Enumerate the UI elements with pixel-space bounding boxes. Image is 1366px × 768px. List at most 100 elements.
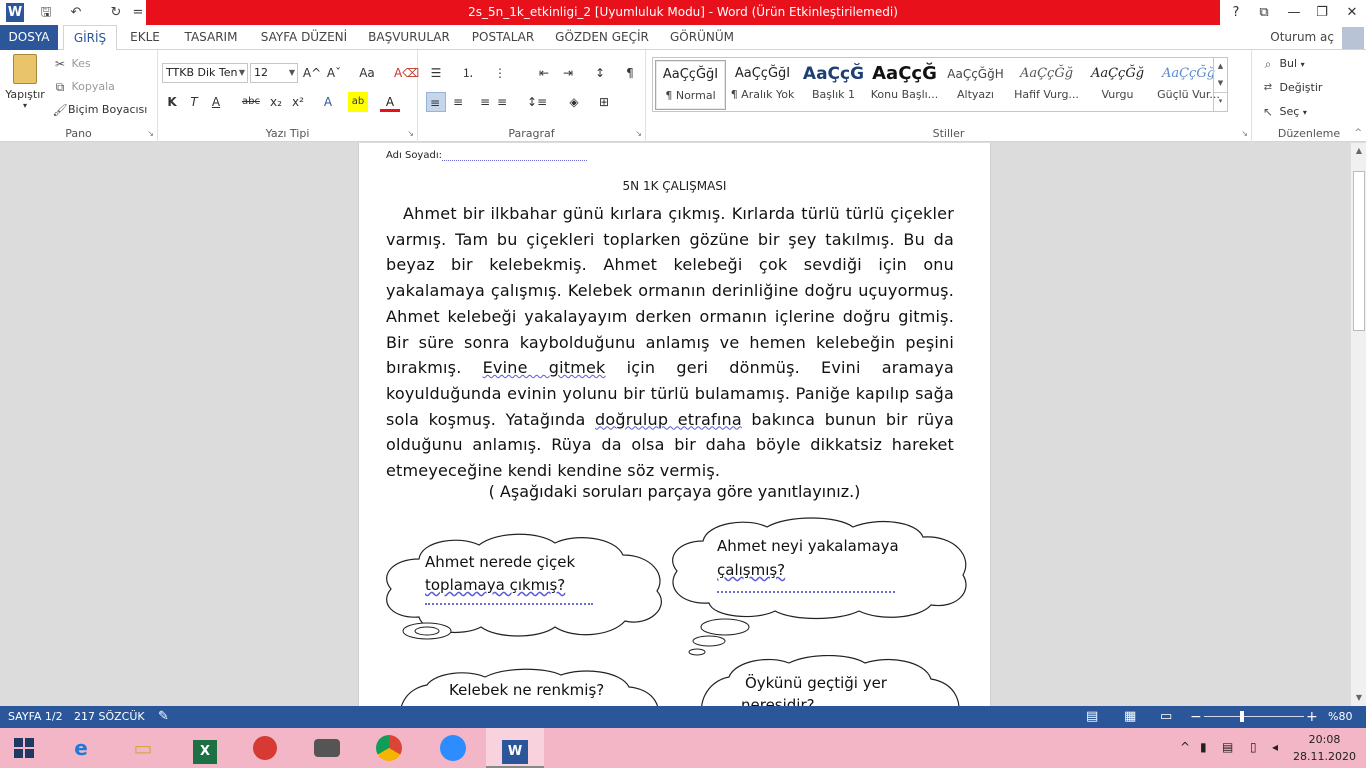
file-explorer-icon[interactable]: ▭ [114,728,172,768]
highlight-button[interactable]: ab [348,92,368,112]
bullets-button[interactable]: ☰ [426,63,446,83]
dialog-launcher-icon[interactable]: ↘ [1241,129,1248,138]
clear-formatting-button[interactable]: A⌫ [394,63,419,83]
word-taskbar-icon[interactable]: W [486,728,544,768]
format-painter-button[interactable]: 🖌Biçim Boyacısı [52,102,147,118]
zoom-out-button[interactable]: − [1190,706,1202,728]
page-indicator[interactable]: SAYFA 1/2 [8,706,63,728]
close-button[interactable]: ✕ [1338,0,1366,25]
vertical-scrollbar[interactable]: ▲ ▼ [1350,143,1366,706]
scroll-up-icon[interactable]: ▲ [1351,143,1366,159]
zoom-slider[interactable] [1204,716,1304,717]
justify-button[interactable]: ≡ [492,92,512,112]
font-size-combo[interactable]: 12 ▼ [250,63,298,83]
gallery-down-icon[interactable]: ▼ [1214,75,1227,92]
select-button[interactable]: ↖ Seç ▾ [1260,104,1307,120]
style-subtitle[interactable]: AaÇçĞğH Altyazı [940,60,1011,110]
internet-explorer-icon[interactable]: e [52,728,110,768]
system-clock[interactable]: 20:08 28.11.2020 [1293,731,1356,765]
zoom-slider-thumb[interactable] [1240,711,1244,722]
tab-home[interactable]: GİRİŞ [63,25,117,51]
grow-font-button[interactable]: A^ [302,63,322,83]
font-family-combo[interactable]: TTKB Dik Ten ▼ [162,63,248,83]
red-app-icon[interactable] [236,728,294,768]
print-layout-icon[interactable]: ▦ [1124,706,1136,728]
multilevel-list-button[interactable]: ⋮ [490,63,510,83]
network-icon[interactable]: ▮ [1200,740,1207,754]
tab-references[interactable]: BAŞVURULAR [362,25,456,50]
align-right-button[interactable]: ≡ [470,92,490,112]
paste-dropdown-icon[interactable]: ▾ [4,101,46,110]
bold-button[interactable]: K [162,92,182,112]
increase-indent-button[interactable]: ⇥ [558,63,578,83]
tab-layout[interactable]: SAYFA DÜZENİ [254,25,354,50]
save-icon[interactable]: 🖫 [36,3,56,22]
italic-button[interactable]: T [184,92,204,112]
ribbon-display-button[interactable]: ⧉ [1250,0,1278,25]
story-text[interactable]: Ahmet bir ilkbahar günü kırlara çıkmış. … [386,201,954,484]
customize-qat-icon[interactable]: = [128,3,148,22]
document-page[interactable]: Adı Soyadı: 5N 1K ÇALIŞMASI Ahmet bir il… [358,143,991,706]
gallery-scrollbar[interactable]: ▲ ▼ ▾ [1213,58,1227,111]
read-mode-icon[interactable]: ▤ [1086,706,1098,728]
shrink-font-button[interactable]: Aˇ [324,63,344,83]
answer-line[interactable] [425,603,593,605]
help-button[interactable]: ? [1222,0,1250,25]
web-layout-icon[interactable]: ▭ [1160,706,1172,728]
tray-chevron-icon[interactable]: ^ [1180,740,1190,754]
answer-line[interactable] [717,591,895,593]
sort-button[interactable]: ↕ [590,63,610,83]
change-case-button[interactable]: Aa [354,63,380,83]
spelling-error[interactable]: Evine gitmek [483,358,606,377]
text-effects-button[interactable]: A [318,92,338,112]
scroll-down-icon[interactable]: ▼ [1351,690,1366,706]
windows-start-icon[interactable] [0,728,50,768]
subscript-button[interactable]: x₂ [266,92,286,112]
borders-button[interactable]: ⊞ [594,92,614,112]
zoom-in-button[interactable]: + [1306,706,1318,728]
copy-button[interactable]: ⧉ Kopyala [52,79,115,95]
tab-file[interactable]: DOSYA [0,25,58,50]
shading-button[interactable]: ◈ [564,92,584,112]
proofing-icon[interactable]: ✎ [158,706,169,728]
align-left-button[interactable]: ≡ [426,92,446,112]
excel-icon[interactable]: X [176,728,234,768]
dialog-launcher-icon[interactable]: ↘ [635,129,642,138]
tab-view[interactable]: GÖRÜNÜM [662,25,742,50]
paste-button[interactable]: Yapıştır ▾ [4,54,46,110]
tab-review[interactable]: GÖZDEN GEÇİR [550,25,654,50]
redo-icon[interactable]: ↻ [106,3,126,22]
volume-icon[interactable]: ◂ [1272,740,1278,754]
tab-insert[interactable]: EKLE [122,25,168,50]
tab-design[interactable]: TASARIM [176,25,246,50]
gallery-more-icon[interactable]: ▾ [1214,92,1227,109]
chrome-icon[interactable] [360,728,418,768]
keyboard-icon[interactable]: ▤ [1222,740,1233,754]
gallery-up-icon[interactable]: ▲ [1214,58,1227,75]
user-avatar[interactable] [1342,27,1364,49]
battery-icon[interactable]: ▯ [1250,740,1257,754]
align-center-button[interactable]: ≡ [448,92,468,112]
document-area[interactable]: Adı Soyadı: 5N 1K ÇALIŞMASI Ahmet bir il… [0,143,1350,706]
maximize-button[interactable]: ❐ [1308,0,1336,25]
style-normal[interactable]: AaÇçĞğI ¶ Normal [655,60,726,110]
style-subtle-emphasis[interactable]: AaÇçĞğ Hafif Vurg... [1011,60,1082,110]
dialog-launcher-icon[interactable]: ↘ [407,129,414,138]
find-button[interactable]: ⌕ Bul ▾ [1260,56,1305,72]
sign-in-link[interactable]: Oturum aç [1270,25,1334,50]
zoom-level[interactable]: %80 [1328,706,1352,728]
camera-app-icon[interactable] [298,728,356,768]
zoom-app-icon[interactable] [424,728,482,768]
word-app-icon[interactable]: W [6,3,24,22]
strikethrough-button[interactable]: abc [238,92,264,112]
word-count[interactable]: 217 SÖZCÜK [74,706,145,728]
spelling-error[interactable]: doğrulup etrafına [595,410,742,429]
undo-icon[interactable]: ↶ [66,3,86,22]
decrease-indent-button[interactable]: ⇤ [534,63,554,83]
minimize-button[interactable]: — [1280,0,1308,25]
tab-mailings[interactable]: POSTALAR [464,25,542,50]
numbering-button[interactable]: ⒈ [458,63,478,83]
style-heading-1[interactable]: AaÇçĞ Başlık 1 [798,60,869,110]
cut-button[interactable]: ✂ Kes [52,56,91,72]
collapse-ribbon-icon[interactable]: ^ [1354,128,1362,138]
